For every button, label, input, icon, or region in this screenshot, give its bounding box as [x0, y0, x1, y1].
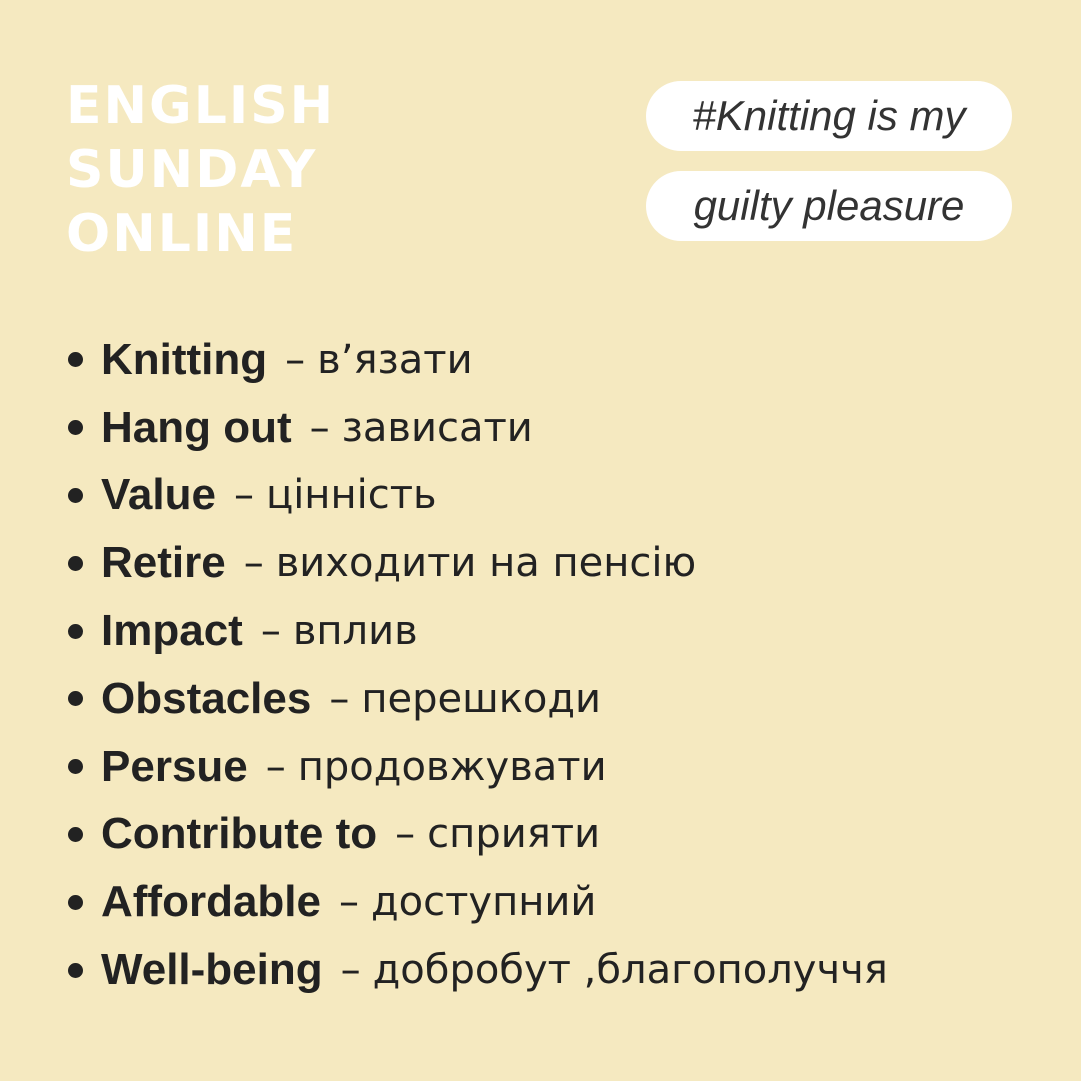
vocabulary-list: Knitting – в’язати Hang out – зависати V… [64, 326, 888, 1004]
hashtag-text-1: #Knitting is my [692, 92, 966, 139]
vocab-separator: – [265, 743, 286, 790]
vocab-item: Knitting – в’язати [64, 326, 888, 394]
vocab-term: Value [101, 470, 216, 520]
vocab-term: Persue [101, 741, 248, 791]
vocab-translation: перешкоди [361, 675, 601, 722]
vocab-term: Retire [101, 538, 226, 588]
bullet-icon [68, 962, 83, 978]
vocab-term: Well-being [101, 945, 323, 995]
vocab-separator: – [339, 879, 359, 926]
brand-line-3: ONLINE [66, 204, 298, 264]
bullet-icon [68, 826, 83, 842]
vocab-translation: добробут ,благополуччя [372, 947, 888, 994]
vocab-term: Affordable [101, 877, 321, 927]
vocab-separator: – [329, 675, 350, 722]
hashtag-pill-1: #Knitting is my [646, 81, 1012, 151]
vocab-item: Retire – виходити на пенсію [64, 529, 888, 597]
vocab-item: Persue – продовжувати [64, 733, 888, 801]
hashtag-pill-2: guilty pleasure [646, 171, 1012, 241]
vocab-item: Well-being – добробут ,благополуччя [64, 936, 888, 1004]
hashtag-text-2: guilty pleasure [693, 182, 965, 229]
vocab-item: Hang out – зависати [64, 394, 888, 462]
bullet-icon [68, 894, 83, 910]
bullet-icon [68, 759, 83, 775]
bullet-icon [68, 352, 83, 368]
vocab-translation: доступний [371, 879, 597, 926]
vocab-separator: – [243, 540, 264, 587]
vocab-separator: – [233, 472, 254, 519]
vocab-translation: цінність [265, 472, 437, 519]
bullet-icon [68, 487, 83, 503]
brand-title: ENGLISH SUNDAY ONLINE [66, 74, 335, 266]
vocab-item: Obstacles – перешкоди [64, 665, 888, 733]
vocab-separator: – [395, 811, 416, 858]
bullet-icon [68, 420, 83, 436]
vocab-item: Contribute to – сприяти [64, 801, 888, 869]
vocab-term: Impact [101, 606, 243, 656]
vocab-term: Contribute to [101, 809, 378, 859]
vocab-term: Obstacles [101, 673, 312, 723]
vocab-item: Affordable – доступний [64, 868, 888, 936]
bullet-icon [68, 555, 83, 571]
vocab-separator: – [309, 404, 330, 451]
brand-line-1: ENGLISH [66, 76, 336, 136]
vocab-separator: – [260, 608, 281, 655]
vocab-term: Knitting [101, 334, 268, 384]
vocab-translation: продовжувати [297, 743, 607, 790]
vocab-translation: зависати [341, 404, 533, 451]
vocab-separator: – [285, 336, 306, 383]
vocab-item: Impact – вплив [64, 597, 888, 665]
vocab-separator: – [340, 947, 361, 994]
brand-line-2: SUNDAY [66, 140, 318, 200]
bullet-icon [68, 623, 83, 639]
vocab-item: Value – цінність [64, 462, 888, 530]
vocab-translation: сприяти [427, 811, 601, 858]
vocab-term: Hang out [101, 402, 292, 452]
vocab-translation: в’язати [317, 336, 473, 383]
bullet-icon [68, 691, 83, 707]
vocab-translation: вплив [292, 608, 418, 655]
vocab-translation: виходити на пенсію [275, 540, 697, 587]
